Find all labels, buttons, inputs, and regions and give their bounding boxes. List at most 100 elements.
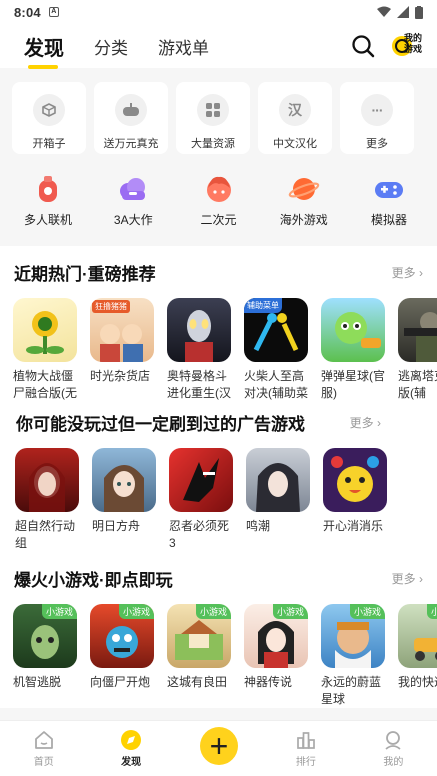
game-cover: 辅助菜单 [244,298,308,362]
nav-mine[interactable]: 我的 [350,721,437,776]
cloud-icon [120,178,146,200]
game-name: 明日方舟 [92,519,141,533]
game-cover [246,448,310,512]
more-link[interactable]: 更多 › [392,264,423,281]
tab-game-list[interactable]: 游戏单 [158,34,209,59]
category-3a[interactable]: 3A大作 [103,174,163,228]
section-title: 你可能没玩过但一定刷到过的广告游戏 [16,414,305,434]
game-name: 开心消消乐 [323,519,384,533]
box-icon [33,94,65,126]
more-link[interactable]: 更多 › [350,414,381,431]
my-games-label: 我的 游戏 [404,33,423,54]
game-card[interactable]: 明日方舟 [92,448,156,552]
tab-discover[interactable]: 发现 [24,32,64,69]
top-header: 发现 分类 游戏单 我的 游戏 [0,24,437,69]
tool-label: 送万元真充 [103,138,159,150]
category-label: 3A大作 [113,213,153,227]
category-overseas[interactable]: 海外游戏 [274,174,334,228]
game-badge: 狂撸猪猪 [92,300,130,313]
game-badge: 小游戏 [41,604,77,619]
tool-recharge[interactable]: 送万元真充 [94,82,168,154]
game-card[interactable]: 小游戏 我的快递生 [398,604,437,708]
bottom-nav: 首页 发现 排行 我的 + [0,720,437,776]
category-emulator[interactable]: 模拟器 [359,174,419,228]
game-card[interactable]: 狂撸猪猪 时光杂货店 [90,298,154,402]
game-card[interactable]: 忍者必须死3 [169,448,233,552]
quick-tools: 开箱子 送万元真充 大量资源 汉 中文汉化 ··· 更多 [0,68,437,154]
game-card[interactable]: 逃离塔克2d版(辅 [398,298,437,402]
nav-home[interactable]: 首页 [0,721,87,776]
tool-label: 更多 [366,138,388,150]
game-badge: 小游戏 [272,604,308,619]
section-hot-recommend: 近期热门·重磅推荐 更多 › 植物大战僵尸融合版(无 狂撸猪猪 时光杂货店 奥特… [0,246,437,402]
game-card[interactable]: 小游戏 这城有良田 [167,604,231,708]
game-card[interactable]: 弹弹星球(官服) [321,298,385,402]
signal-icon [397,6,409,18]
game-cover [15,448,79,512]
game-card[interactable]: 超自然行动组 [15,448,79,552]
category-anime[interactable]: 二次元 [189,174,249,228]
tool-label: 中文汉化 [273,138,317,150]
game-badge: 小游戏 [118,604,154,619]
game-card[interactable]: 小游戏 神器传说 [244,604,308,708]
anime-face-icon [206,176,231,202]
tool-more[interactable]: ··· 更多 [340,82,414,154]
game-card[interactable]: 小游戏 向僵尸开炮 [90,604,154,708]
game-name: 时光杂货店 [90,369,151,383]
game-card[interactable]: 奥特曼格斗进化重生(汉 [167,298,231,402]
game-cover [167,298,231,362]
game-card[interactable]: 鸣潮 [246,448,310,552]
game-cover: 小游戏 [321,604,385,668]
game-name: 机智逃脱 [13,675,62,689]
game-card[interactable]: 开心消消乐 [323,448,387,552]
game-name: 奥特曼格斗进化重生(汉 [167,369,231,400]
tool-label: 大量资源 [191,138,235,150]
game-list: 植物大战僵尸融合版(无 狂撸猪猪 时光杂货店 奥特曼格斗进化重生(汉 辅助菜单 [0,284,437,402]
game-name: 火柴人至高对决(辅助菜 [244,369,308,400]
section-title: 爆火小游戏·即点即玩 [14,570,173,590]
game-badge: 小游戏 [195,604,231,619]
game-card[interactable]: 植物大战僵尸融合版(无 [13,298,77,402]
content-scroll[interactable]: 开箱子 送万元真充 大量资源 汉 中文汉化 ··· 更多 多人联机 3A大作 二… [0,68,437,724]
game-name: 弹弹星球(官服) [321,369,385,400]
game-card[interactable]: 小游戏 机智逃脱 [13,604,77,708]
nav-discover[interactable]: 发现 [87,721,174,776]
gamepad-icon [115,94,147,126]
section-mini-games: 爆火小游戏·即点即玩 更多 › 小游戏 机智逃脱 小游戏 向僵尸开炮 小游戏 这… [0,552,437,708]
category-row: 多人联机 3A大作 二次元 海外游戏 模拟器 [0,154,437,228]
game-cover [92,448,156,512]
game-name: 我的快递生 [398,675,437,689]
game-card[interactable]: 辅助菜单 火柴人至高对决(辅助菜 [244,298,308,402]
compass-icon [121,730,142,750]
more-dots-icon: ··· [361,94,393,126]
tool-chinese[interactable]: 汉 中文汉化 [258,82,332,154]
game-badge: 小游戏 [426,604,437,619]
multiplayer-icon [39,176,57,202]
tab-category[interactable]: 分类 [94,34,128,59]
category-label: 海外游戏 [279,213,328,227]
game-list: 小游戏 机智逃脱 小游戏 向僵尸开炮 小游戏 这城有良田 小游戏 神器传说 小游… [0,590,437,708]
game-cover: 小游戏 [244,604,308,668]
game-name: 超自然行动组 [15,519,76,550]
game-cover [321,298,385,362]
nav-label: 首页 [33,757,54,768]
game-cover [323,448,387,512]
section-ad-games: 你可能没玩过但一定刷到过的广告游戏 更多 › 超自然行动组 明日方舟 忍者必须死… [0,402,437,552]
more-link[interactable]: 更多 › [392,570,423,587]
game-name: 植物大战僵尸融合版(无 [13,369,77,400]
nav-ranking[interactable]: 排行 [262,721,349,776]
tool-label: 开箱子 [32,138,66,150]
category-multiplayer[interactable]: 多人联机 [18,174,78,228]
profile-icon [385,731,401,750]
tool-open-box[interactable]: 开箱子 [12,82,86,154]
game-badge: 辅助菜单 [244,298,282,313]
add-button[interactable]: + [200,727,238,765]
notification-icon: A [48,7,59,17]
search-icon[interactable] [351,34,375,58]
wifi-icon [377,6,391,17]
tool-resources[interactable]: 大量资源 [176,82,250,154]
status-time: 8:04 [14,4,41,20]
my-games-button[interactable]: 我的 游戏 [391,31,427,61]
game-card[interactable]: 小游戏 永远的蔚蓝星球 [321,604,385,708]
game-name: 神器传说 [244,675,293,689]
